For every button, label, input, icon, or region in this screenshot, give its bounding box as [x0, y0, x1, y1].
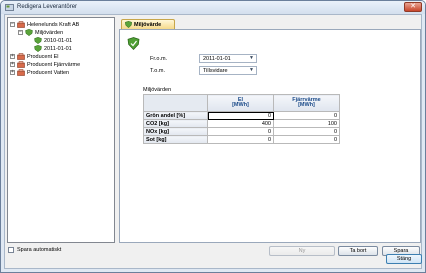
tree-node-label: 2010-01-01	[44, 38, 73, 44]
tree-node-label: Miljövärden	[35, 30, 64, 36]
from-date-value: 2011-01-01	[203, 56, 231, 62]
building-icon	[17, 21, 25, 28]
grid-cell[interactable]: 100	[273, 119, 340, 128]
collapse-icon[interactable]: −	[10, 22, 15, 27]
tab-page-miljovarde: Fr.o.m. 2011-01-01 ▼ T.o.m. Tillsvidare …	[119, 29, 421, 243]
to-date-combo[interactable]: Tillsvidare ▼	[199, 66, 257, 75]
from-date-label: Fr.o.m.	[150, 56, 168, 62]
expand-icon[interactable]: +	[10, 70, 15, 75]
grid-cell[interactable]: 0	[273, 111, 340, 120]
leaf-shield-icon	[25, 29, 33, 36]
tree-node-label: Producent Fjärrvärme	[27, 62, 81, 68]
row-header: CO2 [kg]	[143, 119, 208, 128]
dropdown-arrow-icon[interactable]: ▼	[249, 55, 254, 61]
collapse-icon[interactable]: −	[18, 30, 23, 35]
close-window-button[interactable]: ✕	[404, 2, 422, 12]
autosave-label[interactable]: Spara automatiskt	[17, 247, 61, 253]
to-date-value: Tillsvidare	[203, 68, 228, 74]
grid-section-label: Miljövärden	[143, 87, 172, 93]
tree-node-label: Producent Vatten	[27, 70, 70, 76]
app-icon	[5, 4, 14, 11]
leaf-shield-icon	[34, 37, 42, 44]
supplier-tree[interactable]: − Helenelunds Kraft AB − Miljövärden 201…	[7, 17, 115, 243]
expand-icon[interactable]: +	[10, 54, 15, 59]
leaf-shield-icon	[125, 21, 132, 28]
from-date-combo[interactable]: 2011-01-01 ▼	[199, 54, 257, 63]
dialog-window: Redigera Leverantörer ✕ − Helenelunds Kr…	[0, 0, 426, 273]
building-icon	[17, 69, 25, 76]
tree-node-label: Producent El	[27, 54, 59, 60]
column-header-unit: [MWh]	[298, 102, 315, 108]
column-header-el[interactable]: El [MWh]	[207, 94, 274, 112]
grid-cell[interactable]: 0	[273, 135, 340, 144]
row-header: Sot [kg]	[143, 135, 208, 144]
row-header: NOx [kg]	[143, 127, 208, 136]
environment-values-grid[interactable]: El [MWh] Fjärrvärme [MWh] Grön andel [%]…	[143, 94, 340, 144]
title-bar[interactable]: Redigera Leverantörer ✕	[1, 1, 425, 14]
tree-node-label: 2011-01-01	[44, 46, 72, 52]
column-header-fjarrvarme[interactable]: Fjärrvärme [MWh]	[273, 94, 340, 112]
table-row: Grön andel [%] 0 0	[143, 111, 340, 120]
grid-cell[interactable]: 0	[207, 135, 274, 144]
dropdown-arrow-icon[interactable]: ▼	[249, 67, 254, 73]
leaf-shield-icon	[34, 45, 42, 52]
grid-cell[interactable]: 400	[207, 119, 274, 128]
grid-cell[interactable]: 0	[207, 111, 274, 120]
window-title: Redigera Leverantörer	[17, 4, 78, 10]
autosave-checkbox[interactable]	[8, 247, 14, 253]
tab-label: Miljövärde	[134, 22, 162, 28]
tree-node-label: Helenelunds Kraft AB	[27, 22, 80, 28]
new-button[interactable]: Ny	[269, 246, 335, 256]
close-button[interactable]: Stäng	[386, 254, 422, 264]
tab-miljovarde[interactable]: Miljövärde	[121, 19, 175, 29]
grid-cell[interactable]: 0	[273, 127, 340, 136]
grid-cell[interactable]: 0	[207, 127, 274, 136]
table-row: NOx [kg] 0 0	[143, 127, 340, 136]
table-row: Sot [kg] 0 0	[143, 135, 340, 144]
grid-corner-cell	[143, 94, 208, 112]
to-date-label: T.o.m.	[150, 68, 165, 74]
tab-strip: Miljövärde	[119, 17, 421, 29]
building-icon	[17, 53, 25, 60]
table-row: CO2 [kg] 400 100	[143, 119, 340, 128]
environment-shield-icon	[127, 37, 140, 50]
footer-bar: Spara automatiskt Ny Ta bort Spara	[5, 243, 421, 269]
grid-header-row: El [MWh] Fjärrvärme [MWh]	[143, 94, 340, 112]
expand-icon[interactable]: +	[10, 62, 15, 67]
row-header: Grön andel [%]	[143, 111, 208, 120]
dialog-client-area: − Helenelunds Kraft AB − Miljövärden 201…	[4, 14, 422, 269]
column-header-unit: [MWh]	[232, 102, 249, 108]
delete-button[interactable]: Ta bort	[338, 246, 378, 256]
building-icon	[17, 61, 25, 68]
